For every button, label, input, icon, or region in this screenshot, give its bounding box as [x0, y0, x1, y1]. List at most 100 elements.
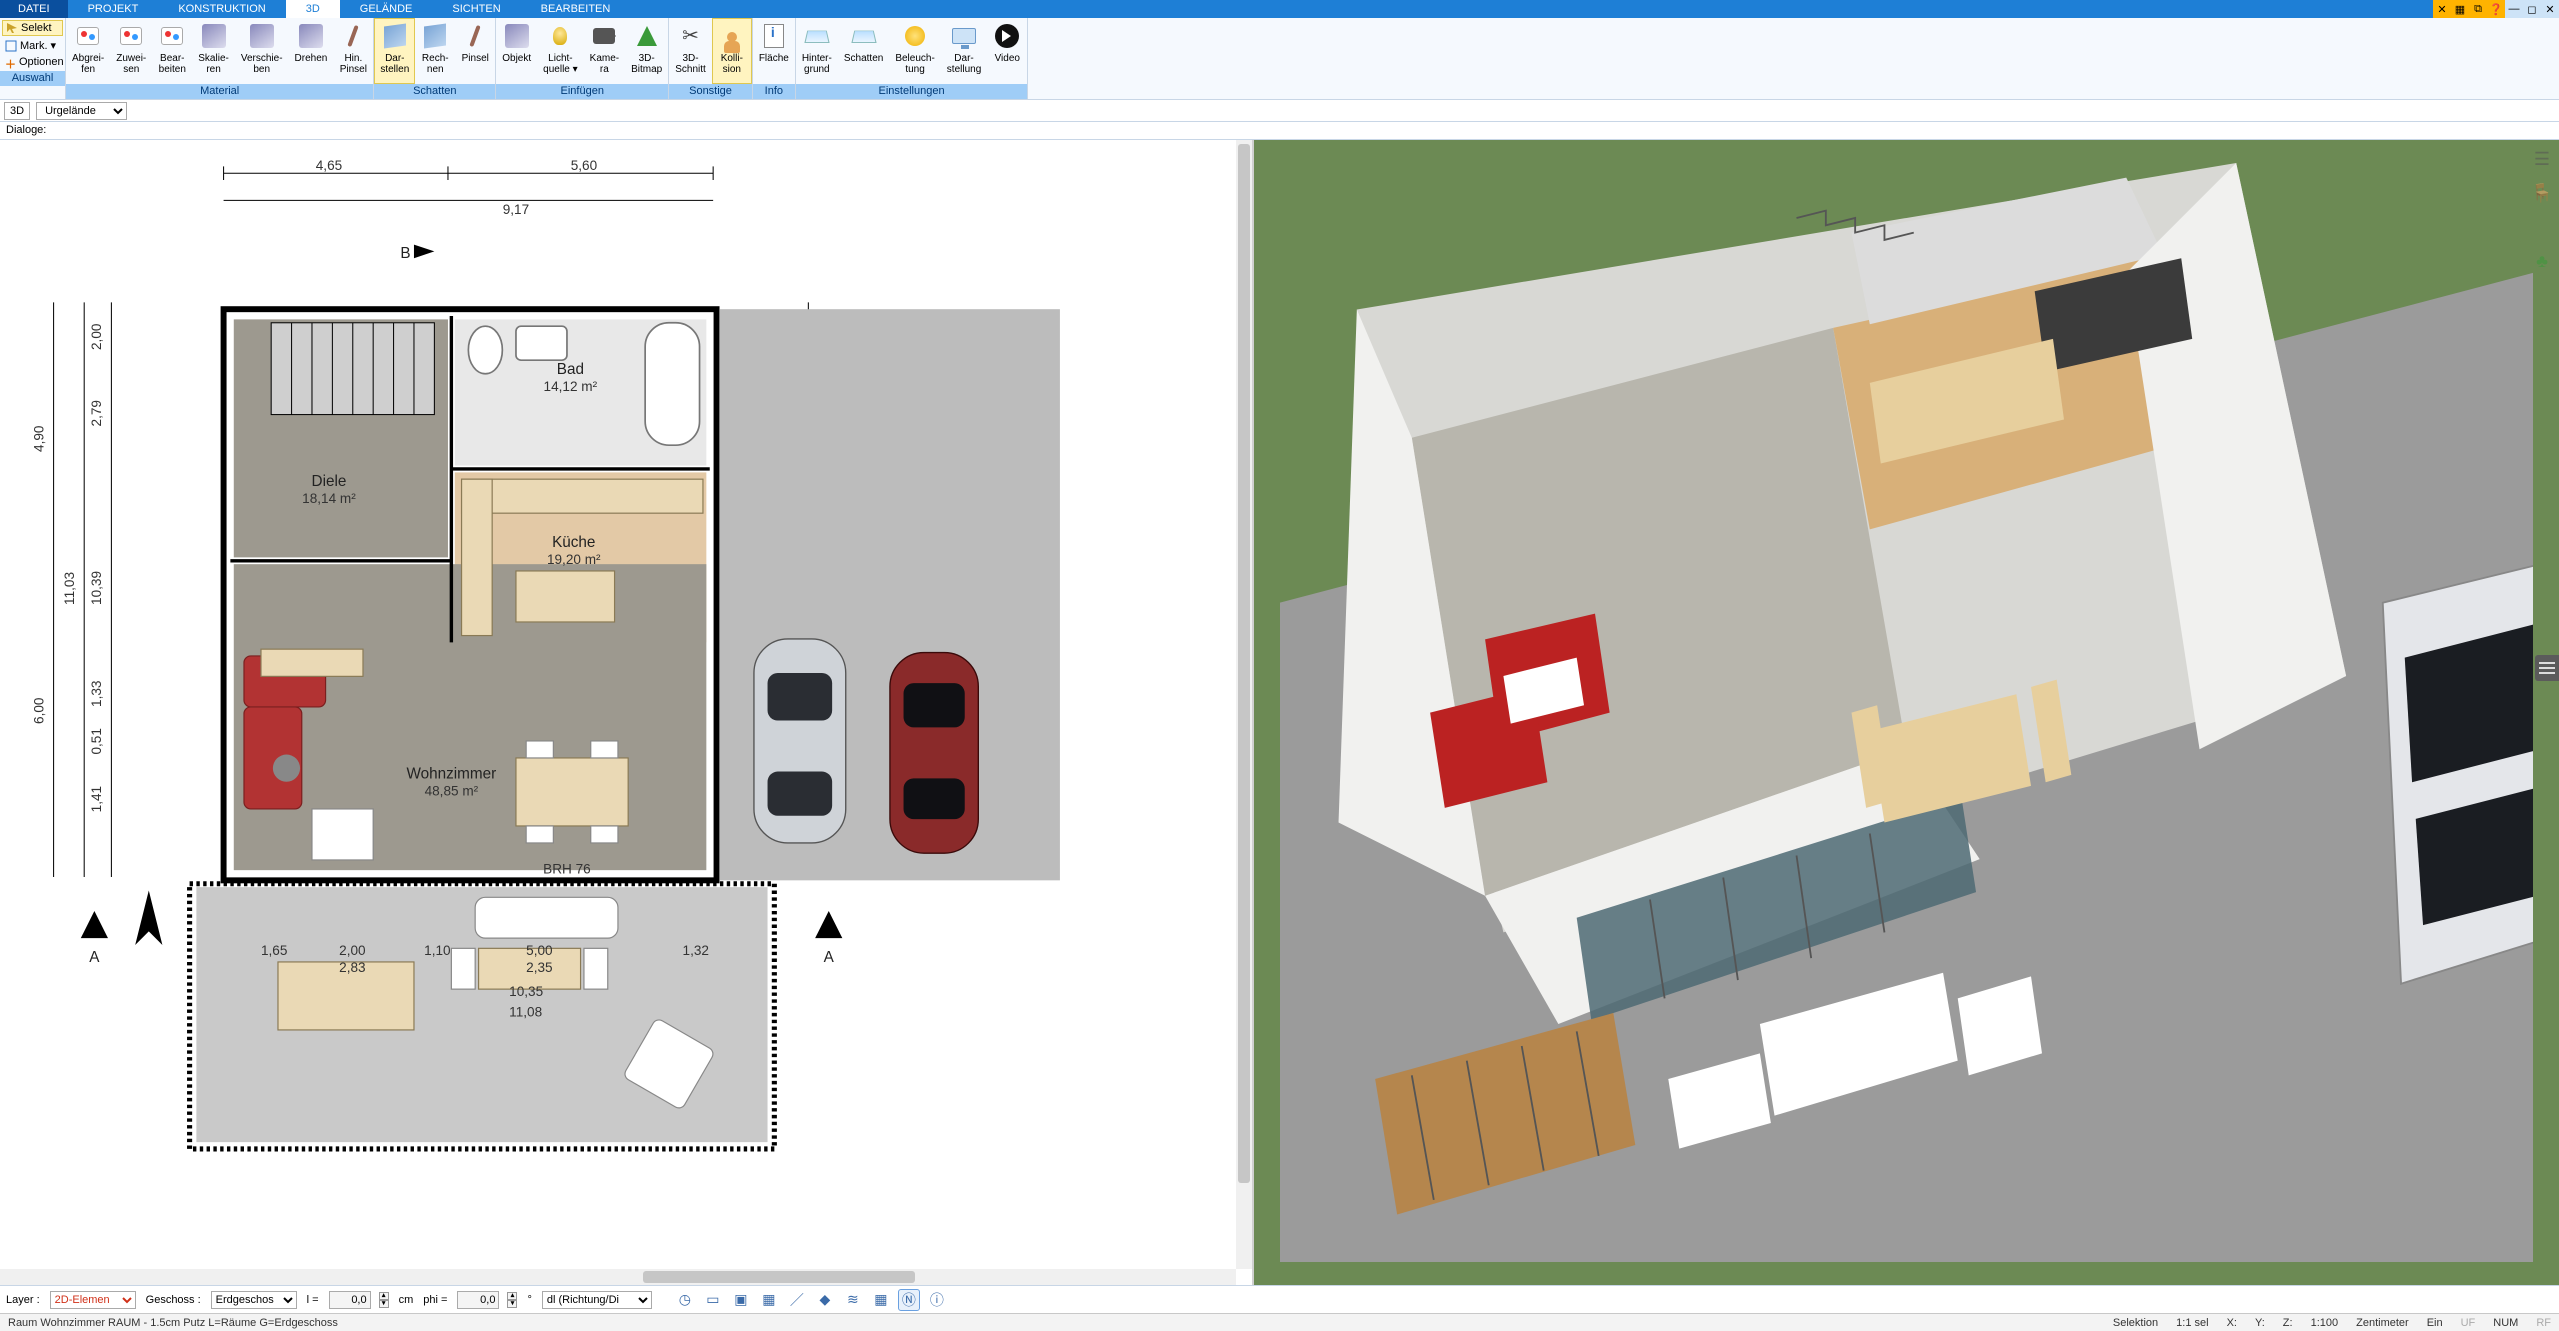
- bitmap-button[interactable]: 3D-Bitmap: [625, 18, 668, 84]
- svg-text:14,12 m²: 14,12 m²: [544, 379, 598, 394]
- schnitt3d-button[interactable]: ✂3D-Schnitt: [669, 18, 712, 84]
- stack-icon[interactable]: ≋: [842, 1289, 864, 1311]
- scrollbar-vertical[interactable]: [1236, 140, 1252, 1269]
- furniture-icon[interactable]: 🪑: [2529, 180, 2555, 206]
- svg-text:4,65: 4,65: [316, 158, 342, 173]
- svg-text:Bad: Bad: [557, 361, 584, 378]
- l-label: l =: [307, 1294, 319, 1306]
- menu-bar: DATEI PROJEKT KONSTRUKTION 3D GELÄNDE SI…: [0, 0, 2559, 18]
- move-icon: [250, 24, 274, 48]
- status-rf: RF: [2536, 1317, 2551, 1329]
- schatten-settings-button[interactable]: Schatten: [838, 18, 889, 84]
- ruler-icon[interactable]: ▭: [702, 1289, 724, 1311]
- tree-tool-icon[interactable]: ♣: [2529, 248, 2555, 274]
- schatten-darstellen-button[interactable]: Dar-stellen: [374, 18, 415, 84]
- mark-button[interactable]: Mark. ▾: [2, 38, 63, 53]
- assign-icon: [120, 27, 142, 45]
- status-x: X:: [2227, 1317, 2237, 1329]
- schatten-pinsel-button[interactable]: Pinsel: [455, 18, 495, 84]
- material-zuweisen-button[interactable]: Zuwei-sen: [110, 18, 152, 84]
- menu-tab-konstruktion[interactable]: KONSTRUKTION: [158, 0, 285, 18]
- select-button[interactable]: Selekt: [2, 20, 63, 36]
- menu-tab-3d[interactable]: 3D: [286, 0, 340, 18]
- svg-text:1,32: 1,32: [683, 943, 709, 958]
- floor-plan: 4,65 5,60 9,17 4,90 6,00 11,03 2,00 2,79…: [6, 146, 1230, 1263]
- view-3d[interactable]: ☰ 🪑 ♣: [1254, 140, 2559, 1285]
- screen-icon[interactable]: ▦: [758, 1289, 780, 1311]
- tool-icon[interactable]: ⧉: [2469, 0, 2487, 18]
- svg-text:11,08: 11,08: [509, 1004, 542, 1019]
- layers-icon[interactable]: ☰: [2529, 146, 2555, 172]
- minimize-button[interactable]: —: [2505, 0, 2523, 18]
- tool-icon[interactable]: ✕: [2433, 0, 2451, 18]
- eyedropper-icon: [77, 27, 99, 45]
- material-bearbeiten-button[interactable]: Bear-beiten: [152, 18, 192, 84]
- svg-text:5,00: 5,00: [526, 943, 553, 958]
- side-panel-handle[interactable]: [2535, 655, 2559, 681]
- camera-tool-icon[interactable]: ▣: [730, 1289, 752, 1311]
- kollision-button[interactable]: Kolli-sion: [712, 18, 752, 84]
- beleuchtung-button[interactable]: Beleuch-tung: [889, 18, 940, 84]
- svg-text:5,60: 5,60: [571, 158, 598, 173]
- rotate-icon: [299, 24, 323, 48]
- material-skalieren-button[interactable]: Skalie-ren: [192, 18, 235, 84]
- material-pinsel-button[interactable]: Hin.Pinsel: [333, 18, 373, 84]
- menu-tab-projekt[interactable]: PROJEKT: [68, 0, 159, 18]
- material-verschieben-button[interactable]: Verschie-ben: [235, 18, 289, 84]
- options-button[interactable]: ＋ Optionen: [2, 55, 63, 69]
- svg-text:A: A: [89, 949, 100, 966]
- kamera-button[interactable]: Kame-ra: [584, 18, 625, 84]
- ribbon-quick-column: Selekt Mark. ▾ ＋ Optionen: [0, 18, 66, 71]
- hintergrund-button[interactable]: Hinter-grund: [796, 18, 838, 84]
- svg-text:1,10: 1,10: [424, 943, 451, 958]
- l-spinner[interactable]: ▴▾: [379, 1292, 389, 1308]
- info-icon: [764, 24, 784, 48]
- layer-label: Layer :: [6, 1294, 40, 1306]
- material-drehen-button[interactable]: Drehen: [289, 18, 334, 84]
- svg-text:11,03: 11,03: [62, 572, 77, 605]
- menu-tab-datei[interactable]: DATEI: [0, 0, 68, 18]
- layer-icon[interactable]: ◆: [814, 1289, 836, 1311]
- grid-on-icon[interactable]: ▦: [870, 1289, 892, 1311]
- side-tools: ☰ 🪑 ♣: [2529, 146, 2555, 274]
- svg-text:19,20 m²: 19,20 m²: [547, 552, 601, 567]
- mode-select[interactable]: dl (Richtung/Di: [542, 1291, 652, 1309]
- north-icon[interactable]: Ⓝ: [898, 1289, 920, 1311]
- clock-icon[interactable]: ◷: [674, 1289, 696, 1311]
- schatten-rechnen-button[interactable]: Rech-nen: [415, 18, 455, 84]
- info-small-icon[interactable]: ⓘ: [926, 1289, 948, 1311]
- ribbon-group-title: Material: [66, 84, 373, 99]
- camera-icon: [593, 28, 615, 44]
- flaeche-button[interactable]: Fläche: [753, 18, 795, 84]
- geschoss-select[interactable]: Erdgeschos: [211, 1291, 297, 1309]
- objekt-button[interactable]: Objekt: [496, 18, 537, 84]
- close-button[interactable]: ✕: [2541, 0, 2559, 18]
- shadow-icon: [851, 31, 876, 43]
- tool-icon[interactable]: ❓: [2487, 0, 2505, 18]
- scrollbar-horizontal[interactable]: [0, 1269, 1236, 1285]
- tool-icon[interactable]: ▦: [2451, 0, 2469, 18]
- menu-tab-gelaende[interactable]: GELÄNDE: [340, 0, 433, 18]
- terrain-select[interactable]: Urgelände: [36, 102, 127, 120]
- chair-icon: [505, 24, 529, 48]
- palette-icon[interactable]: [2529, 214, 2555, 240]
- ribbon-group-title: Sonstige: [669, 84, 752, 99]
- phi-input[interactable]: [457, 1291, 499, 1309]
- phi-spinner[interactable]: ▴▾: [507, 1292, 517, 1308]
- view-2d[interactable]: 4,65 5,60 9,17 4,90 6,00 11,03 2,00 2,79…: [0, 140, 1254, 1285]
- menu-tab-bearbeiten[interactable]: BEARBEITEN: [521, 0, 631, 18]
- tree-icon: [637, 26, 657, 46]
- svg-text:2,83: 2,83: [339, 960, 365, 975]
- status-selektion: Selektion: [2113, 1317, 2158, 1329]
- menu-tab-sichten[interactable]: SICHTEN: [432, 0, 520, 18]
- maximize-button[interactable]: ◻: [2523, 0, 2541, 18]
- line-icon[interactable]: ／: [786, 1289, 808, 1311]
- video-button[interactable]: Video: [987, 18, 1027, 84]
- material-abgreifen-button[interactable]: Abgrei-fen: [66, 18, 110, 84]
- brush-icon: [348, 25, 359, 47]
- status-scale: 1:100: [2311, 1317, 2339, 1329]
- layer-select[interactable]: 2D-Elemen: [50, 1291, 136, 1309]
- l-input[interactable]: [329, 1291, 371, 1309]
- lichtquelle-button[interactable]: Licht-quelle ▾: [537, 18, 584, 84]
- darstellung-button[interactable]: Dar-stellung: [941, 18, 987, 84]
